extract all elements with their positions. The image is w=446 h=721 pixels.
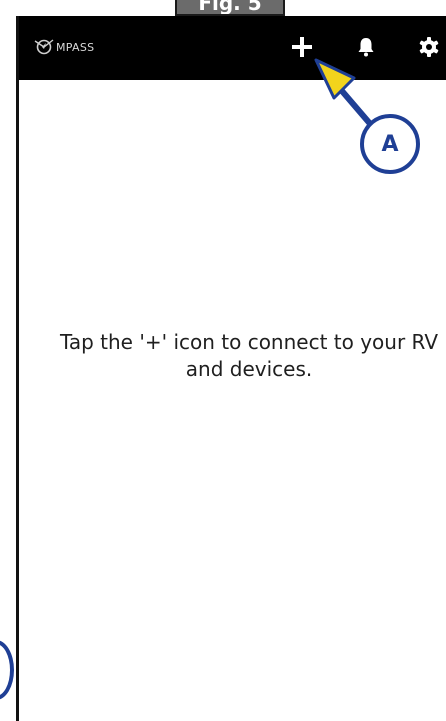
logo-text: MPASS [56, 40, 95, 54]
notifications-button[interactable] [353, 34, 379, 60]
figure-label: Fig. 5 [175, 0, 285, 16]
gear-icon [419, 37, 439, 57]
bell-icon [358, 38, 374, 57]
app-logo: MPASS [33, 36, 94, 58]
figure-label-text: Fig. 5 [198, 0, 262, 15]
callout-label: A [360, 114, 420, 174]
callout-letter: A [381, 131, 399, 157]
settings-button[interactable] [416, 34, 442, 60]
plus-icon [292, 37, 312, 57]
app-header: MPASS [19, 16, 446, 80]
adjacent-callout-edge [0, 640, 14, 700]
add-button[interactable] [289, 34, 315, 60]
figure-canvas: Fig. 5 MPASS Tap the '+' icon to connect… [0, 0, 446, 721]
compass-logo-icon [34, 39, 54, 55]
empty-state-message: Tap the '+' icon to connect to your RV a… [59, 330, 439, 381]
